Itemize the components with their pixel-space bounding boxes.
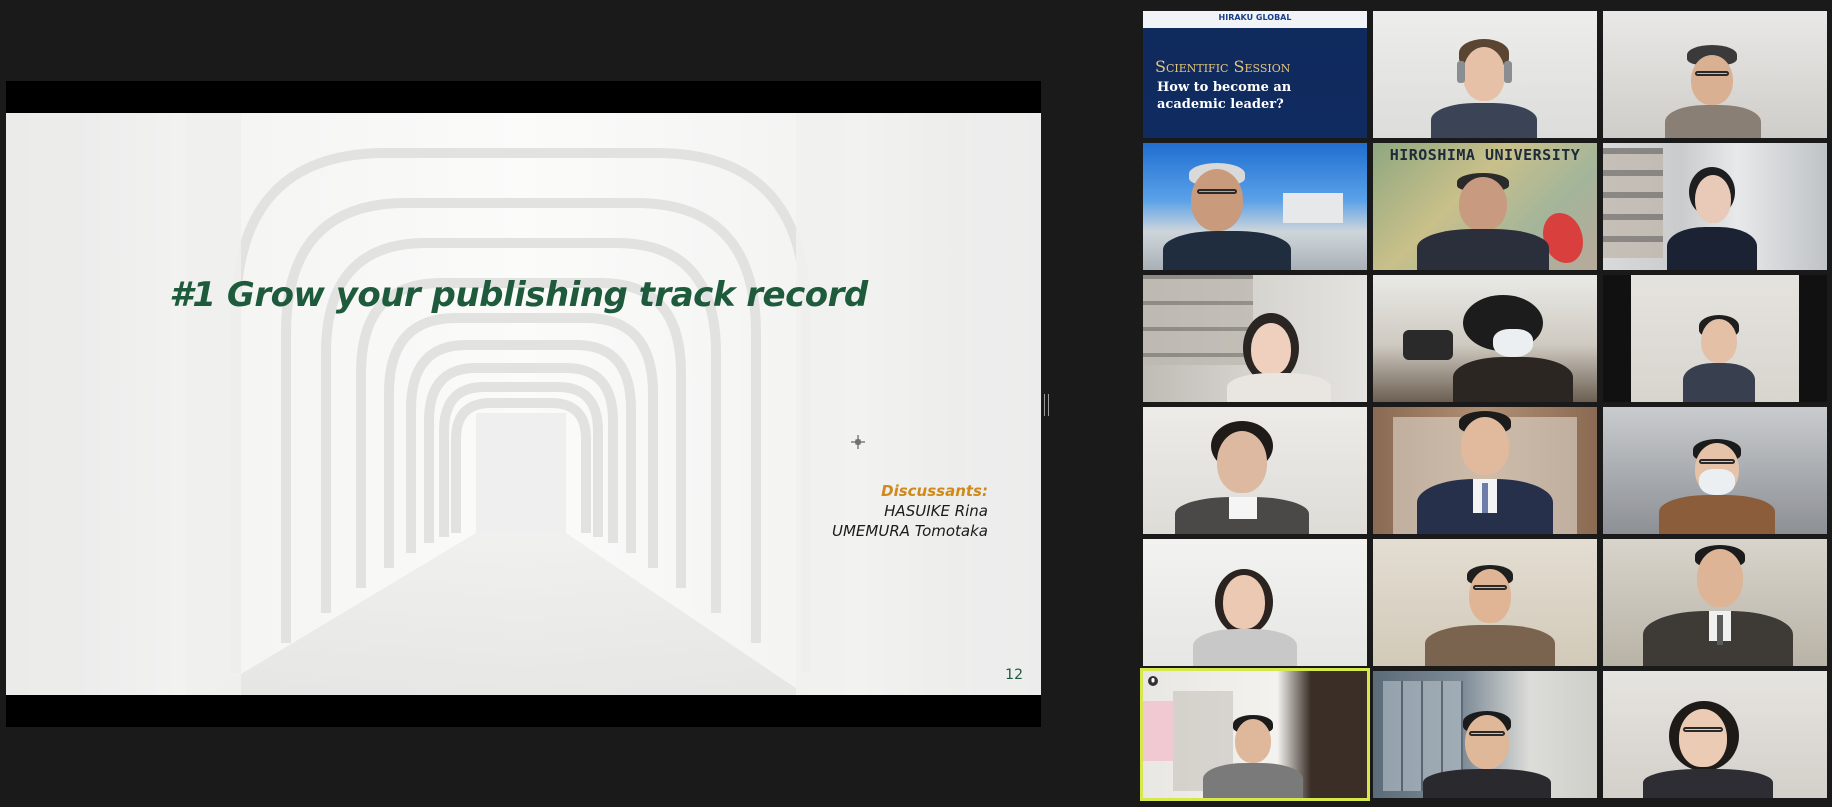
microphone-icon (1148, 676, 1158, 686)
video-tile-session-title[interactable]: HIRAKU GLOBAL Scientific Session How to … (1143, 11, 1367, 138)
discussant-name: HASUIKE Rina (884, 502, 988, 520)
move-cursor-icon (851, 435, 865, 449)
video-tile-participant[interactable]: HIROSHIMA UNIVERSITY (1373, 143, 1597, 270)
video-tile-active-speaker[interactable] (1140, 668, 1370, 801)
hiroshima-university-banner: HIROSHIMA UNIVERSITY (1389, 146, 1581, 164)
discussants-block: Discussants: HASUIKE Rina UMEMURA Tomota… (832, 481, 988, 541)
video-tile-participant[interactable] (1603, 671, 1827, 798)
video-tile-participant[interactable] (1143, 275, 1367, 402)
shared-screen[interactable]: #1 Grow your publishing track record Dis… (6, 81, 1041, 727)
video-tile-participant[interactable] (1603, 539, 1827, 666)
hiraku-global-logo: HIRAKU GLOBAL (1218, 13, 1292, 22)
discussants-label: Discussants: (881, 482, 988, 500)
arches-corridor-background (6, 113, 1041, 695)
session-subtitle: How to become an academic leader? (1157, 80, 1292, 112)
video-tile-participant[interactable] (1603, 143, 1827, 270)
presentation-slide: #1 Grow your publishing track record Dis… (6, 113, 1041, 695)
panel-resize-handle[interactable] (1044, 394, 1049, 416)
slide-page-number: 12 (1005, 667, 1023, 683)
discussant-name: UMEMURA Tomotaka (832, 522, 988, 540)
video-tile-participant[interactable] (1373, 671, 1597, 798)
video-tile-participant[interactable] (1373, 407, 1597, 534)
slide-title: #1 Grow your publishing track record (169, 275, 868, 315)
video-tile-participant[interactable] (1603, 407, 1827, 534)
video-tile-participant[interactable] (1143, 539, 1367, 666)
video-tile-participant[interactable] (1603, 275, 1827, 402)
session-title: Scientific Session (1155, 57, 1291, 76)
video-tile-participant[interactable] (1373, 11, 1597, 138)
video-tile-participant[interactable] (1373, 275, 1597, 402)
video-tile-participant[interactable] (1143, 143, 1367, 270)
video-tile-participant[interactable] (1603, 11, 1827, 138)
video-tile-participant[interactable] (1143, 407, 1367, 534)
video-tile-participant[interactable] (1373, 539, 1597, 666)
